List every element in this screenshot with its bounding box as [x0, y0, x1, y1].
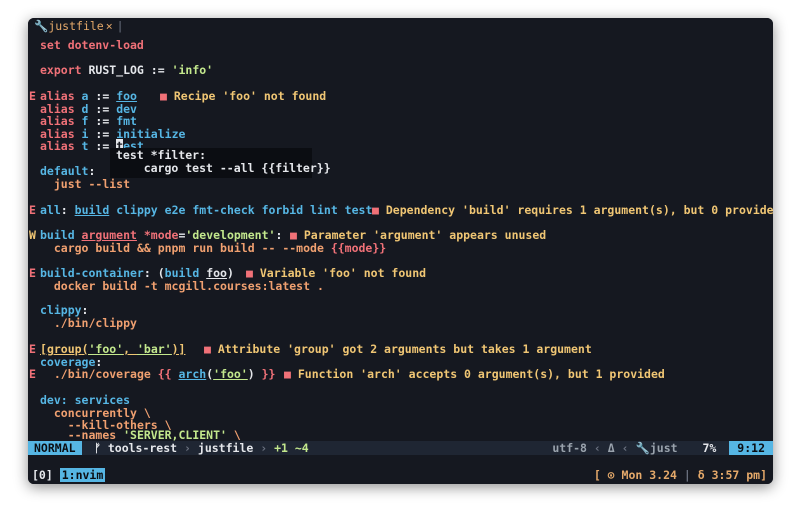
- terminal-window: 🔧justfile × | E E W E E E set dotenv-load …: [28, 18, 773, 484]
- delta-icon: Δ: [607, 441, 615, 455]
- error-sign: E: [29, 89, 36, 103]
- tab-title: justfile: [48, 19, 104, 33]
- error-sign: E: [29, 203, 36, 217]
- error-sign: E: [29, 367, 36, 381]
- tab-justfile[interactable]: 🔧justfile × |: [32, 18, 126, 34]
- chevron-right-icon: ›: [184, 441, 191, 455]
- tmux-statusbar: [0] 1:nvim [ ⊙ Mon 3.24 | δ 3:57 pm]: [28, 466, 773, 484]
- popup-line: cargo test --all {{filter}}: [116, 161, 331, 175]
- chevron-right-icon: ›: [260, 441, 268, 455]
- hover-popup: test *filter: cargo test --all {{filter}…: [110, 148, 331, 178]
- diagnostic-message: ■ Recipe 'foo' not found: [160, 89, 327, 103]
- tmux-window-tab[interactable]: 1:nvim: [59, 468, 106, 482]
- file-name: justfile: [197, 441, 254, 455]
- encoding: utf-8: [552, 441, 587, 455]
- code-line: export RUST_LOG := 'info': [40, 63, 214, 77]
- warning-sign: W: [29, 228, 36, 242]
- tabline: 🔧justfile × |: [28, 18, 773, 34]
- tmux-left: [0] 1:nvim: [32, 466, 106, 484]
- branch-name: tools-rest: [107, 441, 178, 455]
- battery-icon: δ: [697, 468, 705, 482]
- error-sign: E: [29, 266, 36, 280]
- code-line: ./bin/coverage {{ arch('foo') }}: [53, 367, 276, 381]
- statusline: NORMAL ᚠ tools-rest › justfile › +1 ~4 u…: [28, 441, 773, 455]
- statusline-right: utf-8 ‹ Δ ‹ 🔧just 7% 9:12: [552, 441, 773, 455]
- diagnostic-message: ■ Dependency 'build' requires 1 argument…: [372, 203, 773, 217]
- code-line: set dotenv-load: [40, 38, 144, 52]
- tmux-time: 3:57 pm]: [711, 468, 767, 482]
- diagnostic-message: ■ Function 'arch' accepts 0 argument(s),…: [284, 367, 665, 381]
- tab-close-button[interactable]: ×: [106, 19, 113, 33]
- mode-indicator: NORMAL: [28, 441, 82, 455]
- code-line: cargo build && pnpm run build -- --mode …: [53, 240, 387, 255]
- wrench-icon: 🔧: [34, 19, 49, 33]
- scroll-percent: 7%: [702, 441, 717, 455]
- diagnostic-message: ■ Attribute 'group' got 2 arguments but …: [204, 342, 592, 356]
- statusline-path: ᚠ tools-rest › justfile › +1 ~4: [94, 441, 309, 455]
- code-line: all: build clippy e2e fmt-check forbid l…: [40, 203, 373, 217]
- tmux-session: [0]: [32, 468, 53, 482]
- git-branch-icon: ᚠ: [94, 441, 101, 455]
- git-diff: +1 ~4: [274, 441, 309, 455]
- divider: |: [683, 468, 691, 482]
- tmux-right: [ ⊙ Mon 3.24 | δ 3:57 pm]: [594, 466, 767, 484]
- code-line: --names 'SERVER,CLIENT' \: [67, 428, 241, 442]
- cursor-position: 9:12: [729, 441, 773, 455]
- filetype: just: [649, 441, 678, 455]
- tab-separator: |: [116, 19, 124, 33]
- code-line: ./bin/clippy: [53, 315, 137, 330]
- code-line: docker build -t mcgill.courses:latest .: [53, 278, 324, 293]
- chevron-left-icon: ‹: [593, 441, 601, 455]
- tmux-date: [ ⊙ Mon 3.24: [593, 468, 677, 482]
- code-line: just --list: [53, 176, 131, 191]
- error-sign: E: [29, 342, 36, 356]
- wrench-icon: 🔧: [635, 441, 650, 455]
- chevron-left-icon: ‹: [621, 441, 629, 455]
